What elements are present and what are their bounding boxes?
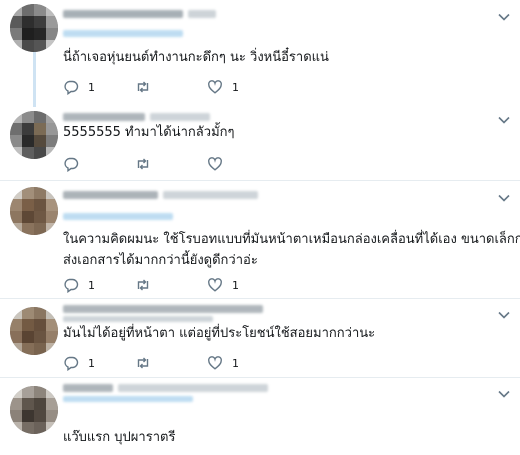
reply-button[interactable]: 1: [63, 353, 95, 373]
like-count: 1: [232, 278, 239, 292]
blurred-replying-to: [63, 30, 183, 37]
blurred-username: [63, 191, 158, 199]
like-icon: [208, 80, 222, 94]
tweet-text-line-2: ส่งเอกสารได้มากกว่านี้ยังดูดีกว่าอ่ะ: [63, 253, 258, 268]
retweet-button[interactable]: [135, 353, 151, 373]
tweet-text: แว๊บแรก บุปผาราตรี: [63, 430, 176, 445]
like-icon: [208, 157, 222, 171]
blurred-username: [63, 305, 263, 313]
reply-button[interactable]: [63, 154, 88, 174]
chevron-down-icon[interactable]: [497, 113, 511, 127]
like-button[interactable]: 1: [207, 77, 239, 97]
retweet-icon: [137, 158, 149, 170]
tweet: นี่ถ้าเจอหุ่นยนต์ทำงานกะดึกๆ นะ วิ่งหนีอ…: [0, 0, 520, 104]
reply-icon: [64, 80, 79, 95]
blurred-handle: [163, 191, 258, 199]
avatar[interactable]: [10, 111, 58, 159]
like-count: 1: [232, 356, 239, 370]
blurred-username: [63, 10, 183, 18]
reply-icon: [64, 356, 79, 371]
chevron-down-icon[interactable]: [497, 308, 511, 322]
tweet-text: นี่ถ้าเจอหุ่นยนต์ทำงานกะดึกๆ นะ วิ่งหนีอ…: [63, 50, 329, 65]
blurred-replying-to: [63, 213, 173, 220]
retweet-button[interactable]: [135, 154, 151, 174]
tweet-actions: 1 1: [63, 353, 293, 373]
like-icon: [208, 356, 222, 370]
retweet-button[interactable]: [135, 77, 151, 97]
retweet-button[interactable]: [135, 275, 151, 295]
blurred-handle: [118, 384, 268, 392]
tweet: แว๊บแรก บุปผาราตรี: [0, 378, 520, 455]
blurred-username: [63, 113, 145, 121]
avatar[interactable]: [10, 307, 58, 355]
blurred-replying-to: [63, 396, 193, 402]
like-button[interactable]: 1: [207, 353, 239, 373]
tweet-actions: [63, 154, 293, 174]
retweet-icon: [137, 81, 149, 93]
reply-count: 1: [88, 356, 95, 370]
reply-icon: [64, 278, 79, 293]
blurred-handle: [150, 113, 210, 121]
blurred-username: [63, 384, 113, 392]
chevron-down-icon[interactable]: [497, 191, 511, 205]
reply-count: 1: [88, 80, 95, 94]
chevron-down-icon[interactable]: [497, 10, 511, 24]
blurred-handle: [63, 316, 213, 322]
tweet: ในความคิดผมนะ ใช้โรบอทแบบที่มันหน้าตาเหม…: [0, 181, 520, 298]
tweet-text: มันไม่ได้อยู่ที่หน้าตา แต่อยู่ที่ประโยชน…: [63, 326, 376, 341]
tweet-text-line-1: ในความคิดผมนะ ใช้โรบอทแบบที่มันหน้าตาเหม…: [63, 232, 520, 247]
tweet-actions: 1 1: [63, 275, 293, 295]
avatar[interactable]: [10, 4, 58, 52]
retweet-icon: [137, 357, 149, 369]
avatar[interactable]: [10, 386, 58, 434]
reply-button[interactable]: 1: [63, 275, 95, 295]
retweet-icon: [137, 279, 149, 291]
like-icon: [208, 278, 222, 292]
tweet-actions: 1 1: [63, 77, 293, 97]
tweet-text: 5555555 ทำมาได้น่ากลัวมั้กๆ: [63, 125, 235, 140]
blurred-handle: [188, 10, 216, 18]
reply-icon: [64, 157, 79, 172]
chevron-down-icon[interactable]: [497, 387, 511, 401]
avatar[interactable]: [10, 187, 58, 235]
like-button[interactable]: 1: [207, 275, 239, 295]
reply-button[interactable]: 1: [63, 77, 95, 97]
tweet: 5555555 ทำมาได้น่ากลัวมั้กๆ: [0, 104, 520, 181]
like-button[interactable]: [207, 154, 232, 174]
tweet: มันไม่ได้อยู่ที่หน้าตา แต่อยู่ที่ประโยชน…: [0, 299, 520, 377]
like-count: 1: [232, 80, 239, 94]
reply-count: 1: [88, 278, 95, 292]
